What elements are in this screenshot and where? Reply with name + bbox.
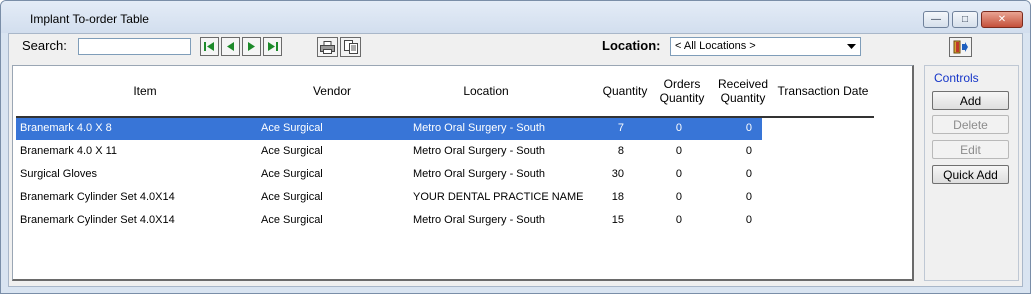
- cell-received-quantity: 0: [745, 145, 752, 157]
- quick-add-button[interactable]: Quick Add: [932, 165, 1009, 184]
- controls-title: Controls: [934, 71, 979, 85]
- record-navigation: [200, 37, 282, 56]
- order-table: Item Vendor Location Quantity Orders Qua…: [12, 65, 914, 281]
- cell-location: YOUR DENTAL PRACTICE NAME: [413, 191, 584, 203]
- cell-vendor: Ace Surgical: [261, 191, 323, 203]
- cell-received-quantity: 0: [745, 168, 752, 180]
- cell-item: Branemark Cylinder Set 4.0X14: [20, 214, 175, 226]
- cell-orders-quantity: 0: [675, 191, 682, 203]
- column-header-quantity[interactable]: Quantity: [595, 66, 655, 116]
- next-record-button[interactable]: [242, 37, 261, 56]
- cell-item: Branemark Cylinder Set 4.0X14: [20, 191, 175, 203]
- cell-quantity: 7: [617, 122, 624, 134]
- cell-vendor: Ace Surgical: [261, 122, 323, 134]
- cell-orders-quantity: 0: [675, 145, 682, 157]
- table-row[interactable]: Branemark 4.0 X 8 Ace Surgical Metro Ora…: [16, 118, 762, 140]
- cell-orders-quantity: 0: [675, 214, 682, 226]
- maximize-button[interactable]: □: [952, 11, 978, 28]
- location-label: Location:: [602, 38, 661, 53]
- cell-vendor: Ace Surgical: [261, 145, 323, 157]
- controls-panel: Controls Add Delete Edit Quick Add: [924, 65, 1019, 281]
- cell-location: Metro Oral Surgery - South: [413, 168, 546, 180]
- first-record-button[interactable]: [200, 37, 219, 56]
- maximize-icon: □: [961, 14, 969, 25]
- edit-button[interactable]: Edit: [932, 140, 1009, 159]
- close-button[interactable]: ✕: [981, 11, 1023, 28]
- column-header-vendor[interactable]: Vendor: [275, 66, 389, 116]
- previous-record-icon: [227, 42, 234, 51]
- cell-received-quantity: 0: [745, 122, 752, 134]
- table-row[interactable]: Surgical Gloves Ace Surgical Metro Oral …: [16, 164, 762, 186]
- print-button[interactable]: [317, 37, 338, 57]
- column-header-transaction-date[interactable]: Transaction Date: [773, 66, 873, 116]
- cell-received-quantity: 0: [745, 214, 752, 226]
- cell-orders-quantity: 0: [675, 168, 682, 180]
- cell-quantity: 18: [611, 191, 624, 203]
- location-select[interactable]: < All Locations >: [670, 37, 861, 56]
- cell-vendor: Ace Surgical: [261, 168, 323, 180]
- exit-door-icon: [953, 40, 968, 54]
- exit-button[interactable]: [949, 37, 972, 57]
- add-button[interactable]: Add: [932, 91, 1009, 110]
- first-record-icon: [204, 42, 214, 51]
- minimize-icon: —: [931, 14, 941, 25]
- cell-quantity: 30: [611, 168, 624, 180]
- implant-to-order-window: Implant To-order Table — □ ✕ Search: Loc…: [0, 0, 1031, 294]
- chevron-down-icon[interactable]: [845, 40, 858, 53]
- client-area: Search: Location: < All Locations > Item…: [8, 33, 1023, 287]
- cell-location: Metro Oral Surgery - South: [413, 214, 546, 226]
- window-title: Implant To-order Table: [30, 12, 149, 26]
- cell-orders-quantity: 0: [675, 122, 682, 134]
- cell-quantity: 15: [611, 214, 624, 226]
- table-row[interactable]: Branemark Cylinder Set 4.0X14 Ace Surgic…: [16, 210, 762, 232]
- column-header-orders-quantity[interactable]: Orders Quantity: [656, 66, 708, 116]
- column-header-received-quantity[interactable]: Received Quantity: [713, 66, 773, 116]
- minimize-button[interactable]: —: [923, 11, 949, 28]
- next-record-icon: [248, 42, 255, 51]
- location-selected-value: < All Locations >: [675, 40, 756, 52]
- table-row[interactable]: Branemark 4.0 X 11 Ace Surgical Metro Or…: [16, 141, 762, 163]
- cell-location: Metro Oral Surgery - South: [413, 145, 546, 157]
- copy-button[interactable]: [340, 37, 361, 57]
- cell-location: Metro Oral Surgery - South: [413, 122, 546, 134]
- cell-vendor: Ace Surgical: [261, 214, 323, 226]
- previous-record-button[interactable]: [221, 37, 240, 56]
- printer-icon: [320, 40, 335, 54]
- copy-icon: [343, 40, 358, 54]
- delete-button[interactable]: Delete: [932, 115, 1009, 134]
- search-input[interactable]: [78, 38, 191, 55]
- cell-item: Branemark 4.0 X 11: [20, 145, 118, 157]
- title-bar[interactable]: Implant To-order Table — □ ✕: [1, 1, 1030, 33]
- column-header-location[interactable]: Location: [401, 66, 571, 116]
- cell-received-quantity: 0: [745, 191, 752, 203]
- window-controls: — □ ✕: [923, 11, 1023, 28]
- last-record-icon: [268, 42, 278, 51]
- last-record-button[interactable]: [263, 37, 282, 56]
- cell-quantity: 8: [617, 145, 624, 157]
- close-icon: ✕: [997, 14, 1007, 25]
- cell-item: Branemark 4.0 X 8: [20, 122, 112, 134]
- table-row[interactable]: Branemark Cylinder Set 4.0X14 Ace Surgic…: [16, 187, 762, 209]
- search-label: Search:: [22, 38, 67, 53]
- column-header-item[interactable]: Item: [16, 66, 274, 116]
- print-tools: [317, 37, 361, 57]
- cell-item: Surgical Gloves: [20, 168, 98, 180]
